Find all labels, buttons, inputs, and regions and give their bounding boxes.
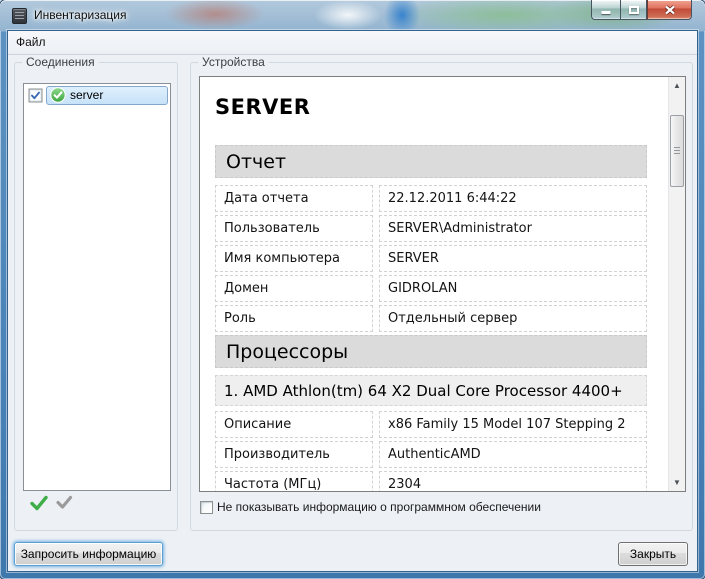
close-dialog-button[interactable]: Закрыть <box>618 542 688 566</box>
window-controls <box>591 0 692 20</box>
table-row: Производитель AuthenticAMD <box>215 441 647 468</box>
app-icon <box>12 8 27 24</box>
hide-software-checkbox[interactable]: Не показывать информацию о программном о… <box>200 500 541 514</box>
row-value: SERVER <box>379 245 647 272</box>
table-row: Роль Отдельный сервер <box>215 305 647 332</box>
close-button[interactable] <box>647 0 692 20</box>
table-row: Пользователь SERVER\Administrator <box>215 215 647 242</box>
connections-group-label: Соединения <box>22 55 99 69</box>
request-info-button[interactable]: Запросить информацию <box>14 542 163 566</box>
row-value: 22.12.2011 6:44:22 <box>379 185 647 212</box>
devices-group-label: Устройства <box>198 55 269 69</box>
table-row: Частота (МГц) 2304 <box>215 471 647 491</box>
online-status-icon <box>50 87 66 103</box>
report-scrollbar[interactable]: ▲ ▼ <box>668 77 685 491</box>
devices-panel: Устройства SERVER Отчет Дата отчета 22.12.… <box>190 55 693 531</box>
window-title: Инвентаризация <box>34 8 127 22</box>
scrollbar-thumb[interactable] <box>670 115 684 187</box>
row-label: Домен <box>215 275 373 302</box>
menubar: Файл <box>8 31 697 55</box>
uncheck-all-button[interactable] <box>55 494 73 512</box>
row-value: SERVER\Administrator <box>379 215 647 242</box>
row-value: AuthenticAMD <box>379 441 647 468</box>
connections-list[interactable]: server <box>23 83 171 491</box>
report-content: SERVER Отчет Дата отчета 22.12.2011 6:44:2… <box>200 77 668 491</box>
row-value: Отдельный сервер <box>379 305 647 332</box>
check-all-button[interactable] <box>29 494 49 512</box>
table-row: Описание x86 Family 15 Model 107 Stepping… <box>215 411 647 438</box>
connection-checkbox[interactable] <box>28 88 43 103</box>
titlebar[interactable]: Инвентаризация <box>0 0 705 31</box>
connection-item-server[interactable]: server <box>24 84 170 105</box>
menu-file[interactable]: Файл <box>8 31 54 54</box>
row-value: x86 Family 15 Model 107 Stepping 2 <box>379 411 647 438</box>
report-title: SERVER <box>215 95 311 119</box>
maximize-icon <box>628 5 639 14</box>
row-label: Производитель <box>215 441 373 468</box>
hide-software-label: Не показывать информацию о программном о… <box>217 500 541 514</box>
connection-label: server <box>70 88 104 102</box>
table-row: Домен GIDROLAN <box>215 275 647 302</box>
report-section-heading: Процессоры <box>215 335 647 368</box>
selected-item-highlight: server <box>46 85 168 105</box>
app-window: Инвентаризация Файл Соединения server Ус… <box>0 0 705 579</box>
scroll-down-icon[interactable]: ▼ <box>669 474 685 491</box>
report-section-heading: Отчет <box>215 145 647 178</box>
maximize-button[interactable] <box>620 0 647 20</box>
row-label: Частота (МГц) <box>215 471 373 491</box>
row-label: Описание <box>215 411 373 438</box>
list-toolbar <box>29 494 73 512</box>
row-label: Имя компьютера <box>215 245 373 272</box>
row-value: 2304 <box>379 471 647 491</box>
row-label: Пользователь <box>215 215 373 242</box>
report-subsection-heading: 1. AMD Athlon(tm) 64 X2 Dual Core Proces… <box>215 375 647 406</box>
checkbox-box-icon[interactable] <box>200 500 213 514</box>
scroll-up-icon[interactable]: ▲ <box>669 77 685 94</box>
device-report-view[interactable]: SERVER Отчет Дата отчета 22.12.2011 6:44:2… <box>199 76 686 492</box>
table-row: Дата отчета 22.12.2011 6:44:22 <box>215 185 647 212</box>
client-area: Файл Соединения server Устройства SERVER… <box>8 31 697 571</box>
close-icon <box>664 4 675 15</box>
row-label: Роль <box>215 305 373 332</box>
connections-panel: Соединения server <box>14 55 178 531</box>
minimize-button[interactable] <box>591 0 620 20</box>
table-row: Имя компьютера SERVER <box>215 245 647 272</box>
minimize-icon <box>601 11 611 14</box>
row-value: GIDROLAN <box>379 275 647 302</box>
row-label: Дата отчета <box>215 185 373 212</box>
